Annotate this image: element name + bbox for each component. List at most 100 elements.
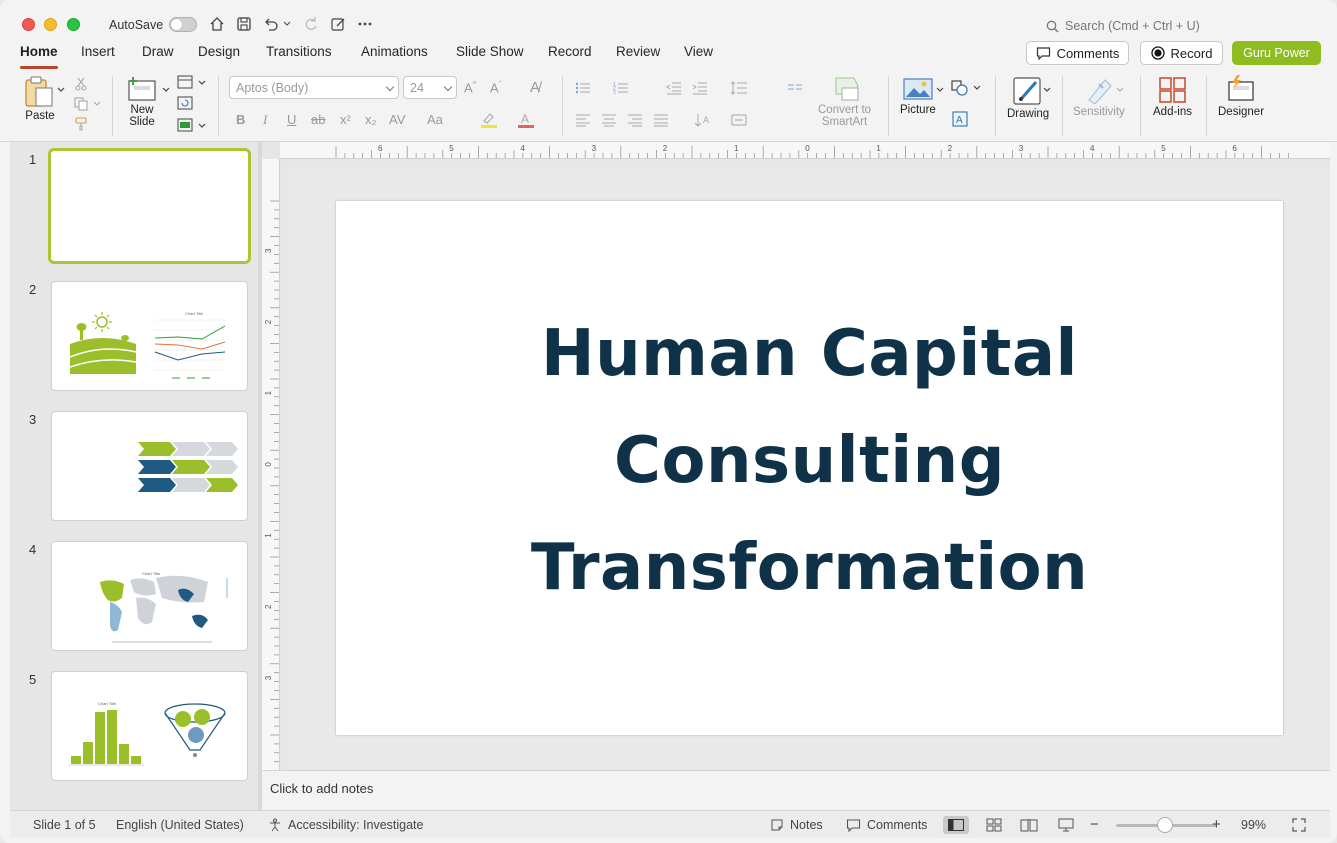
customize-icon[interactable] [328, 14, 348, 34]
bullets-icon[interactable] [574, 80, 592, 96]
chevron-down-icon [443, 82, 453, 92]
tab-home[interactable]: Home [20, 44, 58, 69]
change-case-icon[interactable]: Aa [427, 112, 443, 127]
shapes-dropdown-icon[interactable] [973, 85, 981, 91]
normal-view-button[interactable] [943, 816, 969, 834]
align-text-icon[interactable] [731, 112, 749, 128]
undo-icon[interactable] [261, 14, 281, 34]
align-left-icon[interactable] [574, 112, 592, 128]
picture-dropdown-icon[interactable] [936, 87, 944, 93]
slide-thumbnail-1[interactable] [48, 148, 251, 264]
notes-toggle[interactable]: Notes [770, 818, 823, 832]
strikethrough-icon[interactable]: ab [311, 112, 325, 127]
text-box-icon[interactable]: A [951, 111, 969, 127]
bold-icon[interactable]: B [236, 112, 245, 127]
reset-slide-icon[interactable] [176, 95, 194, 111]
search-box[interactable]: Search (Cmd + Ctrl + U) [1046, 16, 1226, 36]
designer-button[interactable]: Designer [1218, 74, 1264, 118]
decrease-font-icon[interactable]: Aˇ [490, 80, 501, 95]
tab-insert[interactable]: Insert [81, 44, 115, 59]
autosave-toggle[interactable] [169, 17, 197, 32]
columns-icon[interactable] [786, 80, 804, 96]
format-painter-icon[interactable] [72, 116, 90, 132]
home-icon[interactable] [207, 14, 227, 34]
zoom-level[interactable]: 99% [1241, 818, 1266, 832]
cut-icon[interactable] [72, 76, 90, 92]
decrease-indent-icon[interactable] [665, 80, 683, 96]
subscript-icon[interactable]: x₂ [365, 112, 377, 127]
font-name-field[interactable]: Aptos (Body) [229, 76, 399, 99]
slide-thumbnail-4[interactable]: Chart Title [51, 541, 248, 651]
convert-smartart-button[interactable]: Convert to SmartArt [818, 76, 871, 128]
layout-dropdown-icon[interactable] [198, 80, 206, 86]
comments-button[interactable]: Comments [1026, 41, 1129, 65]
copy-icon[interactable] [72, 96, 90, 112]
sensitivity-button[interactable]: Sensitivity [1073, 76, 1125, 118]
align-right-icon[interactable] [626, 112, 644, 128]
tab-design[interactable]: Design [198, 44, 240, 59]
drawing-dropdown-icon[interactable] [1043, 87, 1051, 93]
paste-button[interactable]: Paste [22, 76, 58, 122]
accessibility-status[interactable]: Accessibility: Investigate [268, 818, 423, 832]
shapes-icon[interactable] [951, 80, 969, 96]
record-button[interactable]: Record [1140, 41, 1223, 65]
slideshow-view-button[interactable] [1053, 816, 1079, 834]
slide-thumbnail-3[interactable] [51, 411, 248, 521]
font-size-field[interactable]: 24 [403, 76, 457, 99]
zoom-out-button[interactable]: − [1090, 816, 1099, 833]
underline-icon[interactable]: U [287, 112, 296, 127]
minimize-window-button[interactable] [44, 18, 57, 31]
section-dropdown-icon[interactable] [198, 123, 206, 129]
redo-icon[interactable] [301, 14, 321, 34]
text-direction-icon[interactable]: A [694, 112, 712, 128]
clear-formatting-icon[interactable]: A̸ [530, 79, 540, 96]
new-slide-button[interactable]: New Slide [126, 76, 158, 128]
reading-view-button[interactable] [1016, 816, 1042, 834]
section-icon[interactable] [176, 117, 194, 133]
tab-transitions[interactable]: Transitions [266, 44, 332, 59]
font-color-icon[interactable]: A [517, 111, 535, 132]
sensitivity-dropdown-icon[interactable] [1116, 87, 1124, 93]
tab-slide-show[interactable]: Slide Show [456, 44, 524, 59]
line-spacing-icon[interactable] [730, 80, 748, 96]
increase-font-icon[interactable]: A^ [464, 80, 476, 95]
fit-to-window-button[interactable] [1286, 816, 1312, 834]
tab-animations[interactable]: Animations [361, 44, 428, 59]
current-slide[interactable]: Human Capital Consulting Transformation [336, 201, 1283, 735]
layout-icon[interactable] [176, 74, 194, 90]
notes-pane[interactable]: Click to add notes [262, 770, 1330, 810]
superscript-icon[interactable]: x² [340, 112, 351, 127]
slide-title-textbox[interactable]: Human Capital Consulting Transformation [336, 301, 1283, 622]
highlight-icon[interactable] [480, 111, 498, 132]
close-window-button[interactable] [22, 18, 35, 31]
zoom-in-button[interactable]: + [1212, 816, 1221, 833]
more-icon[interactable] [355, 14, 375, 34]
paste-dropdown-icon[interactable] [57, 87, 65, 93]
undo-dropdown-icon[interactable] [280, 14, 294, 34]
slideshow-icon [1058, 818, 1074, 832]
justify-icon[interactable] [652, 112, 670, 128]
guru-power-button[interactable]: Guru Power [1232, 41, 1321, 65]
save-icon[interactable] [234, 14, 254, 34]
add-ins-button[interactable]: Add-ins [1153, 76, 1192, 118]
slide-sorter-view-button[interactable] [981, 816, 1007, 834]
increase-indent-icon[interactable] [691, 80, 709, 96]
tab-review[interactable]: Review [616, 44, 660, 59]
maximize-window-button[interactable] [67, 18, 80, 31]
copy-dropdown-icon[interactable] [93, 101, 101, 107]
slide-thumbnail-2[interactable]: Chart Title [51, 281, 248, 391]
tab-view[interactable]: View [684, 44, 713, 59]
italic-icon[interactable]: I [263, 112, 267, 128]
comments-toggle[interactable]: Comments [846, 818, 927, 832]
tab-record[interactable]: Record [548, 44, 592, 59]
language-indicator[interactable]: English (United States) [116, 818, 244, 832]
slide-thumbnail-5[interactable]: Chart Title [51, 671, 248, 781]
zoom-slider-handle[interactable] [1157, 817, 1173, 833]
align-center-icon[interactable] [600, 112, 618, 128]
new-slide-dropdown-icon[interactable] [162, 87, 170, 93]
tab-draw[interactable]: Draw [142, 44, 174, 59]
picture-button[interactable]: Picture [900, 76, 936, 116]
numbering-icon[interactable]: 123 [612, 80, 630, 96]
drawing-button[interactable]: Drawing [1007, 76, 1049, 120]
character-spacing-icon[interactable]: AV [389, 112, 405, 127]
